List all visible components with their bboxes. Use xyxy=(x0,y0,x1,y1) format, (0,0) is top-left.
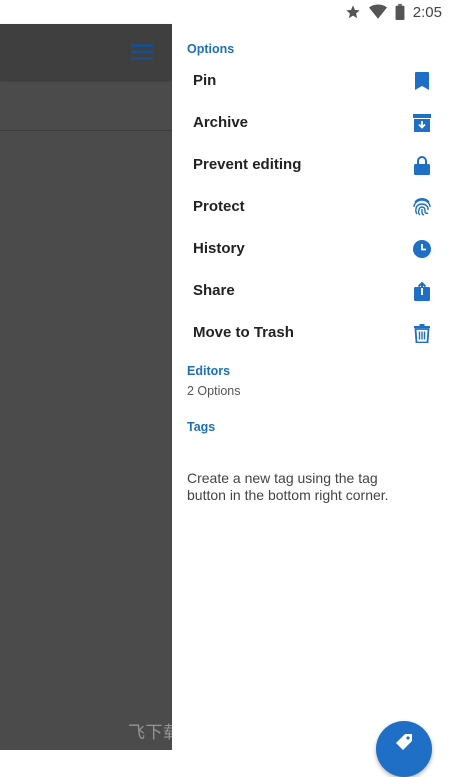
scrim-overlay[interactable] xyxy=(0,24,172,750)
watermark: 飞下载 • BYFZXY.COM xyxy=(128,723,311,742)
note-toolbar xyxy=(0,24,172,80)
option-archive[interactable]: Archive xyxy=(172,102,450,144)
option-label: Share xyxy=(193,282,235,299)
wifi-icon xyxy=(368,4,387,20)
tags-hint-line: Create a new tag using the tag xyxy=(187,470,378,486)
option-prevent-editing[interactable]: Prevent editing xyxy=(172,144,450,186)
lock-icon xyxy=(412,155,432,175)
tags-header: Tags xyxy=(187,420,216,434)
option-protect[interactable]: Protect xyxy=(172,186,450,228)
tags-hint-line: button in the bottom right corner. xyxy=(187,487,389,503)
options-header: Options xyxy=(187,42,235,56)
status-bar: 2:05 xyxy=(0,0,450,24)
archive-icon xyxy=(412,113,432,133)
option-label: Prevent editing xyxy=(193,156,302,173)
bookmark-icon xyxy=(412,71,432,91)
clock-icon xyxy=(412,239,432,259)
star-icon xyxy=(345,4,361,20)
menu-button[interactable] xyxy=(128,38,156,66)
option-label: Protect xyxy=(193,198,245,215)
options-drawer: Options Pin Archive Prevent editing Prot… xyxy=(172,24,450,750)
clock-time: 2:05 xyxy=(412,3,442,21)
hamburger-icon xyxy=(131,44,153,60)
trash-icon xyxy=(412,323,432,343)
tags-empty-hint: Create a new tag using the tag button in… xyxy=(187,470,417,504)
option-share[interactable]: Share xyxy=(172,270,450,312)
battery-icon xyxy=(395,4,405,20)
add-tag-button[interactable] xyxy=(376,721,432,777)
option-label: Archive xyxy=(193,114,249,131)
option-move-to-trash[interactable]: Move to Trash xyxy=(172,312,450,354)
option-label: Move to Trash xyxy=(193,324,294,341)
option-history[interactable]: History xyxy=(172,228,450,270)
option-pin[interactable]: Pin xyxy=(172,60,450,102)
fingerprint-icon xyxy=(412,197,432,217)
divider xyxy=(0,130,172,131)
share-icon xyxy=(412,281,432,301)
editors-count[interactable]: 2 Options xyxy=(187,384,241,398)
option-label: History xyxy=(193,240,245,257)
editors-header: Editors xyxy=(187,364,231,378)
option-label: Pin xyxy=(193,72,217,89)
